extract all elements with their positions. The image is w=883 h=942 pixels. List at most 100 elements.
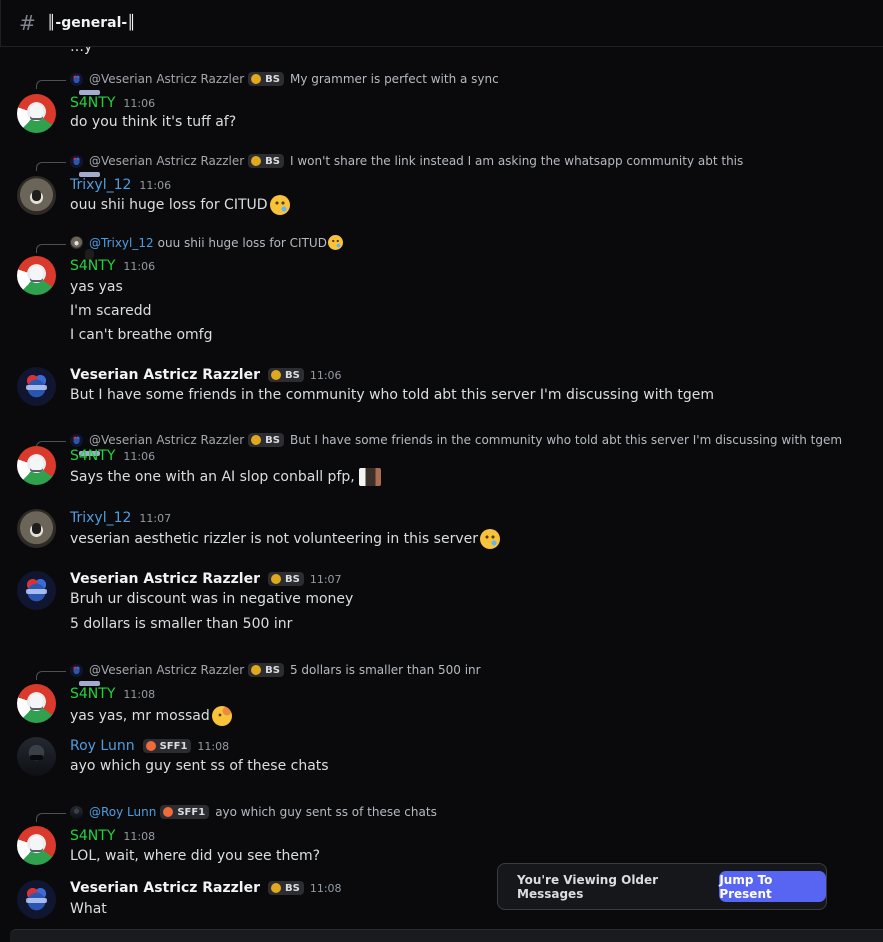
reply-text: My grammer is perfect with a sync — [289, 72, 499, 86]
role-badge: BS — [248, 154, 284, 168]
message-text: 5 dollars is smaller than 500 inr — [70, 616, 293, 632]
message-list[interactable]: …y @Veserian Astricz Razzler BS My gramm… — [0, 47, 883, 929]
reply-connector — [36, 162, 66, 171]
message-text: ayo which guy sent ss of these chats — [70, 758, 329, 774]
older-messages-bar: You're Viewing Older Messages Jump To Pr… — [497, 863, 827, 910]
message-text: veserian aesthetic rizzler is not volunt… — [70, 531, 478, 547]
reply-text: But I have some friends in the community… — [289, 433, 843, 447]
avatar[interactable] — [17, 176, 56, 215]
skull-icon — [251, 665, 262, 675]
avatar[interactable] — [17, 94, 56, 133]
role-badge: BS — [248, 663, 284, 677]
timestamp: 11:08 — [123, 687, 156, 701]
skull-icon — [251, 435, 262, 445]
reply-text: ayo which guy sent ss of these chats — [215, 805, 437, 819]
role-badge: BS — [268, 368, 304, 382]
role-badge: BS — [248, 72, 284, 86]
reply-avatar — [70, 154, 83, 168]
role-badge: BS — [268, 572, 304, 586]
timestamp: 11:07 — [309, 572, 342, 586]
reply-connector — [36, 80, 66, 89]
fire-icon — [163, 807, 174, 817]
reply-avatar — [70, 72, 83, 86]
timestamp: 11:06 — [309, 368, 342, 382]
reply-preview[interactable]: @Veserian Astricz Razzler BS But I have … — [70, 433, 842, 447]
timestamp: 11:08 — [123, 829, 156, 843]
message-text: yas yas — [70, 279, 123, 295]
skull-icon — [251, 156, 262, 166]
timestamp: 11:06 — [123, 449, 156, 463]
reply-preview[interactable]: @Veserian Astricz Razzler BS 5 dollars i… — [70, 663, 481, 677]
username[interactable]: S4NTY — [70, 95, 115, 111]
crying-face-emoji — [480, 529, 500, 549]
message-text: What — [70, 901, 107, 917]
username[interactable]: Trixyl_12 — [70, 177, 131, 193]
older-messages-label: You're Viewing Older Messages — [517, 872, 659, 901]
avatar[interactable] — [17, 826, 56, 865]
message-composer[interactable] — [10, 929, 883, 942]
reply-author[interactable]: @Trixyl_12 — [89, 236, 154, 250]
avatar[interactable] — [17, 509, 56, 548]
crying-face-emoji — [269, 195, 290, 215]
fire-icon — [145, 741, 156, 751]
reply-connector — [36, 813, 66, 822]
avatar[interactable] — [17, 256, 56, 295]
timestamp: 11:06 — [139, 178, 172, 192]
hash-icon: # — [19, 11, 36, 35]
channel-name: ║-general-║ — [47, 15, 136, 31]
reply-preview[interactable]: @Roy Lunn SFF1 ayo which guy sent ss of … — [70, 805, 437, 819]
reply-avatar — [70, 236, 83, 249]
reply-author[interactable]: @Roy Lunn — [89, 805, 156, 819]
username[interactable]: Veserian Astricz Razzler — [70, 880, 260, 896]
custom-emoji — [358, 468, 381, 486]
reply-preview[interactable]: @Trixyl_12 ouu shii huge loss for CITUD — [70, 235, 343, 250]
reply-preview[interactable]: @Veserian Astricz Razzler BS I won't sha… — [70, 154, 743, 168]
username[interactable]: Trixyl_12 — [70, 510, 131, 526]
timestamp: 11:08 — [309, 881, 342, 895]
role-badge: BS — [268, 881, 304, 895]
saluting-face-emoji — [211, 706, 232, 726]
avatar[interactable] — [17, 737, 56, 776]
reply-avatar — [70, 663, 83, 677]
avatar[interactable] — [17, 880, 56, 919]
reply-text: ouu shii huge loss for CITUD — [157, 235, 327, 250]
message-text: Bruh ur discount was in negative money — [70, 591, 354, 607]
message-text: LOL, wait, where did you see them? — [70, 848, 321, 864]
username[interactable]: Veserian Astricz Razzler — [70, 571, 260, 587]
avatar[interactable] — [17, 571, 56, 610]
avatar[interactable] — [17, 367, 56, 406]
username[interactable]: Roy Lunn — [70, 738, 135, 754]
reply-author[interactable]: @Veserian Astricz Razzler — [89, 433, 244, 447]
crying-face-emoji — [327, 235, 343, 250]
reply-preview[interactable]: @Veserian Astricz Razzler BS My grammer … — [70, 72, 499, 86]
username[interactable]: S4NTY — [70, 258, 115, 274]
role-badge: SFF1 — [160, 805, 210, 819]
timestamp: 11:07 — [139, 511, 172, 525]
skull-icon — [271, 574, 281, 584]
timestamp: 11:06 — [123, 259, 156, 273]
reply-avatar — [70, 805, 83, 819]
skull-icon — [271, 883, 281, 893]
timestamp: 11:06 — [123, 96, 156, 110]
username[interactable]: S4NTY — [70, 828, 115, 844]
channel-header: # ║-general-║ — [0, 0, 883, 47]
role-badge: SFF1 — [142, 739, 192, 753]
username[interactable]: S4NTY — [70, 686, 115, 702]
jump-to-present-button[interactable]: Jump To Present — [719, 871, 826, 902]
reply-author[interactable]: @Veserian Astricz Razzler — [89, 72, 244, 86]
reply-connector — [36, 244, 66, 253]
reply-author[interactable]: @Veserian Astricz Razzler — [89, 154, 244, 168]
avatar[interactable] — [17, 446, 56, 485]
message-text: Says the one with an AI slop conball pfp… — [70, 469, 355, 485]
username[interactable]: Veserian Astricz Razzler — [70, 367, 260, 383]
reply-author[interactable]: @Veserian Astricz Razzler — [89, 663, 244, 677]
reply-connector — [36, 671, 66, 680]
message-text: do you think it's tuff af? — [70, 114, 237, 130]
message-text: ouu shii huge loss for CITUD — [70, 197, 268, 213]
reply-text: I won't share the link instead I am aski… — [289, 154, 744, 168]
message-fragment: …y — [70, 47, 93, 55]
role-badge: BS — [248, 433, 284, 447]
username[interactable]: S4NTY — [70, 448, 115, 464]
avatar[interactable] — [17, 684, 56, 723]
skull-icon — [271, 370, 281, 380]
